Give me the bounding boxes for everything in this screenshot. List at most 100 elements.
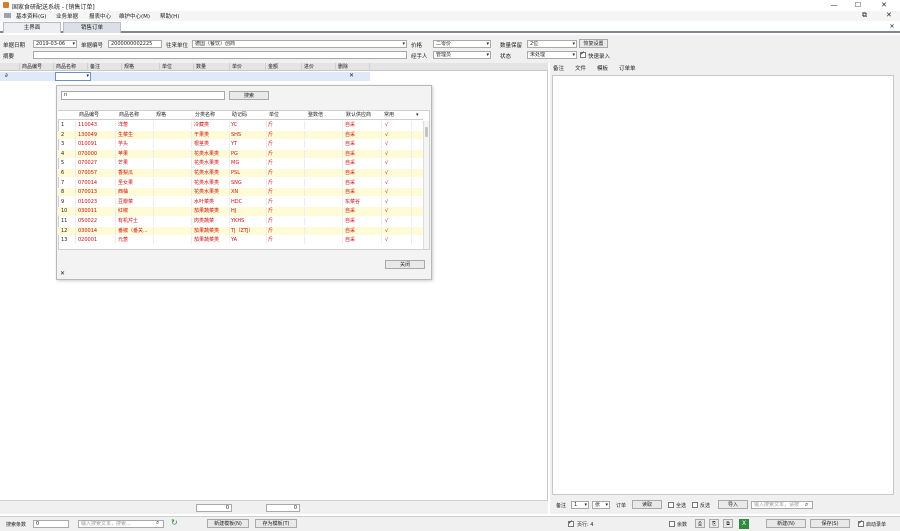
save-button[interactable]: 保存(S) — [810, 519, 850, 528]
read-button[interactable]: 读取 — [632, 500, 662, 509]
restore-icon[interactable]: ⧉ — [862, 11, 867, 20]
chevron-down-icon[interactable]: ▾ — [86, 73, 89, 79]
customer-select[interactable]: 德国（餐饮）创商 — [192, 40, 407, 48]
close-icon[interactable]: ✕ — [886, 11, 892, 19]
quantity-select[interactable]: 2位 — [527, 40, 577, 48]
menu-reports[interactable]: 报表中心 — [89, 12, 111, 20]
pcol-name[interactable]: 商品名称 — [118, 111, 139, 120]
col-amount[interactable]: 金额 — [266, 63, 302, 71]
status-select[interactable]: 未处理 — [527, 51, 577, 59]
new-template-button[interactable]: 新建模板(N) — [207, 519, 249, 528]
invert-selection-checkbox[interactable] — [692, 502, 698, 508]
table-row[interactable]: 11 050022 有机芹士 肉类蔬菜 YKHS 斤 自采 √ — [58, 217, 423, 226]
popup-close-icon[interactable]: ✕ — [60, 270, 65, 277]
tab-files[interactable]: 文件 — [572, 65, 589, 73]
reset-settings-button[interactable]: 恢复设置 — [579, 39, 608, 48]
date-picker[interactable]: 2019-03-06 — [33, 40, 77, 48]
table-row[interactable]: 13 020001 元葱 茄果蔬菜类 YA 斤 自采 √ — [58, 236, 423, 245]
search-icon[interactable]: ⌕ — [805, 501, 808, 509]
tab-orders[interactable]: 订单单 — [616, 65, 639, 73]
import-search-input[interactable]: 输入搜索文本，请按 — [751, 501, 813, 509]
scrollbar-thumb[interactable] — [425, 127, 428, 137]
menu-business[interactable]: 业务单据 — [56, 12, 78, 20]
product-cell-idx: 2 — [58, 130, 76, 139]
menu-basic[interactable]: 基本资料(G) — [16, 12, 47, 20]
table-row[interactable]: 3 010091 芋头 根茎类 YT 斤 自采 √ — [58, 140, 423, 149]
col-price[interactable]: 单价 — [230, 63, 266, 71]
popup-close-button[interactable]: 关闭 — [385, 260, 425, 269]
copy-icon[interactable]: ⧉ — [723, 519, 733, 528]
price-select[interactable]: 二零价 — [433, 40, 491, 48]
product-cell-unit: 斤 — [267, 159, 305, 168]
row-delete-icon[interactable]: ✕ — [349, 72, 354, 79]
import-button[interactable]: 导入 — [718, 500, 748, 509]
col-unit[interactable]: 单位 — [160, 63, 194, 71]
table-row[interactable]: 7 070014 圣女果 花类水果类 SNG 斤 自采 √ — [58, 178, 423, 187]
pcol-multiple[interactable]: 整数倍 — [307, 111, 323, 120]
new-button[interactable]: 新建(N) — [766, 519, 806, 528]
handler-select[interactable]: 管理员 — [433, 51, 491, 59]
summary-input[interactable] — [33, 51, 407, 59]
save-template-button[interactable]: 存为模板(T) — [255, 519, 297, 528]
pcol-spec[interactable]: 规格 — [155, 111, 166, 120]
table-row[interactable]: 4 070000 苹果 花类水果类 PG 斤 自采 √ — [58, 149, 423, 158]
doc-no-input[interactable]: 2000000002225 — [108, 40, 162, 48]
product-cell-code: 010023 — [77, 197, 116, 206]
col-delete[interactable]: 删除 — [336, 63, 370, 71]
search-icon[interactable]: ⌕ — [156, 519, 159, 527]
name-cell-editor[interactable]: ▾ — [55, 72, 91, 81]
tab-close-icon[interactable]: ✕ — [888, 23, 896, 31]
pcol-unit[interactable]: 单位 — [268, 111, 279, 120]
excel-icon[interactable]: X — [739, 519, 749, 529]
maximize-button[interactable]: ☐ — [846, 0, 870, 11]
col-code[interactable]: 商品编号 — [20, 63, 54, 71]
remark-area[interactable] — [552, 75, 894, 495]
remainder-checkbox[interactable] — [669, 521, 675, 527]
print-icon[interactable]: ⎙ — [695, 519, 705, 528]
col-name[interactable]: 商品名称 — [54, 63, 88, 71]
refresh-icon[interactable]: ↻ — [171, 518, 178, 527]
page-stepper[interactable]: 1 — [571, 501, 589, 509]
unit-select[interactable]: 张 — [592, 501, 610, 509]
product-search-input[interactable]: n — [61, 91, 225, 100]
pcol-mnemonic[interactable]: 助记码 — [231, 111, 247, 120]
product-list-scrollbar[interactable] — [423, 121, 429, 249]
col-spec[interactable]: 规格 — [122, 63, 160, 71]
table-row[interactable]: 9 010023 豆瓣菜 水叶菜类 HDC 斤 东菜谷 √ — [58, 197, 423, 206]
table-row[interactable]: ∂ ▾ ✕ — [0, 72, 370, 81]
product-cell-name: 芋头 — [117, 140, 154, 149]
table-row[interactable]: 8 070013 西柚 花类水果类 XN 斤 自采 √ — [58, 188, 423, 197]
select-all-checkbox[interactable] — [668, 502, 674, 508]
tab-main[interactable]: 主界面 — [3, 22, 61, 33]
pcol-code[interactable]: 商品编号 — [78, 111, 99, 120]
pcol-common[interactable]: 常用 — [383, 111, 394, 120]
product-cell-cat: 肉类蔬菜 — [193, 217, 230, 226]
search-count-input[interactable]: 0 — [33, 520, 69, 528]
pcol-supplier[interactable]: 默认供应商 — [345, 111, 371, 120]
table-row[interactable]: 1 110043 洋葱 冷藏类 YC 斤 自采 √ — [58, 121, 423, 130]
product-cell-cat: 水叶菜类 — [193, 197, 230, 206]
tab-sales-order[interactable]: 销售订单 — [63, 22, 121, 33]
minimize-button[interactable]: — — [822, 0, 846, 11]
chevron-down-icon[interactable]: ▾ — [415, 111, 419, 120]
tab-templates[interactable]: 模板 — [594, 65, 611, 73]
export-icon[interactable]: ⎘ — [709, 519, 719, 528]
close-button[interactable]: ✕ — [872, 0, 896, 11]
table-row[interactable]: 5 070027 芒果 花类水果类 MG 斤 自采 √ — [58, 159, 423, 168]
bottom-search-input[interactable]: 输入搜索文本，搜索... — [78, 520, 164, 528]
summary-label: 摘要 — [3, 54, 15, 60]
product-cell-spec — [154, 159, 192, 168]
table-row[interactable]: 10 030011 红椒 茄果蔬菜类 HJ 斤 自采 √ — [58, 207, 423, 216]
pcol-category[interactable]: 分类名称 — [194, 111, 215, 120]
menu-maintenance[interactable]: 维护中心(M) — [119, 12, 150, 20]
table-row[interactable]: 12 030014 番椒（番关... 茄果蔬菜类 TJ（ZTJ）斤 自采 √ — [58, 226, 423, 235]
col-cost[interactable]: 进价 — [302, 63, 336, 71]
col-remark[interactable]: 备注 — [88, 63, 122, 71]
menu-help[interactable]: 帮助(H) — [160, 12, 179, 20]
product-search-button[interactable]: 搜索 — [229, 91, 269, 100]
tab-remark[interactable]: 备注 — [550, 65, 567, 73]
table-row[interactable]: 2 130049 生菜生 干果类 SHS 斤 自采 √ — [58, 130, 423, 139]
product-cell-unit: 斤 — [267, 217, 305, 226]
table-row[interactable]: 6 070057 香梨瓜 花类水果类 PSL 斤 自采 √ — [58, 169, 423, 178]
col-qty[interactable]: 数量 — [194, 63, 230, 71]
